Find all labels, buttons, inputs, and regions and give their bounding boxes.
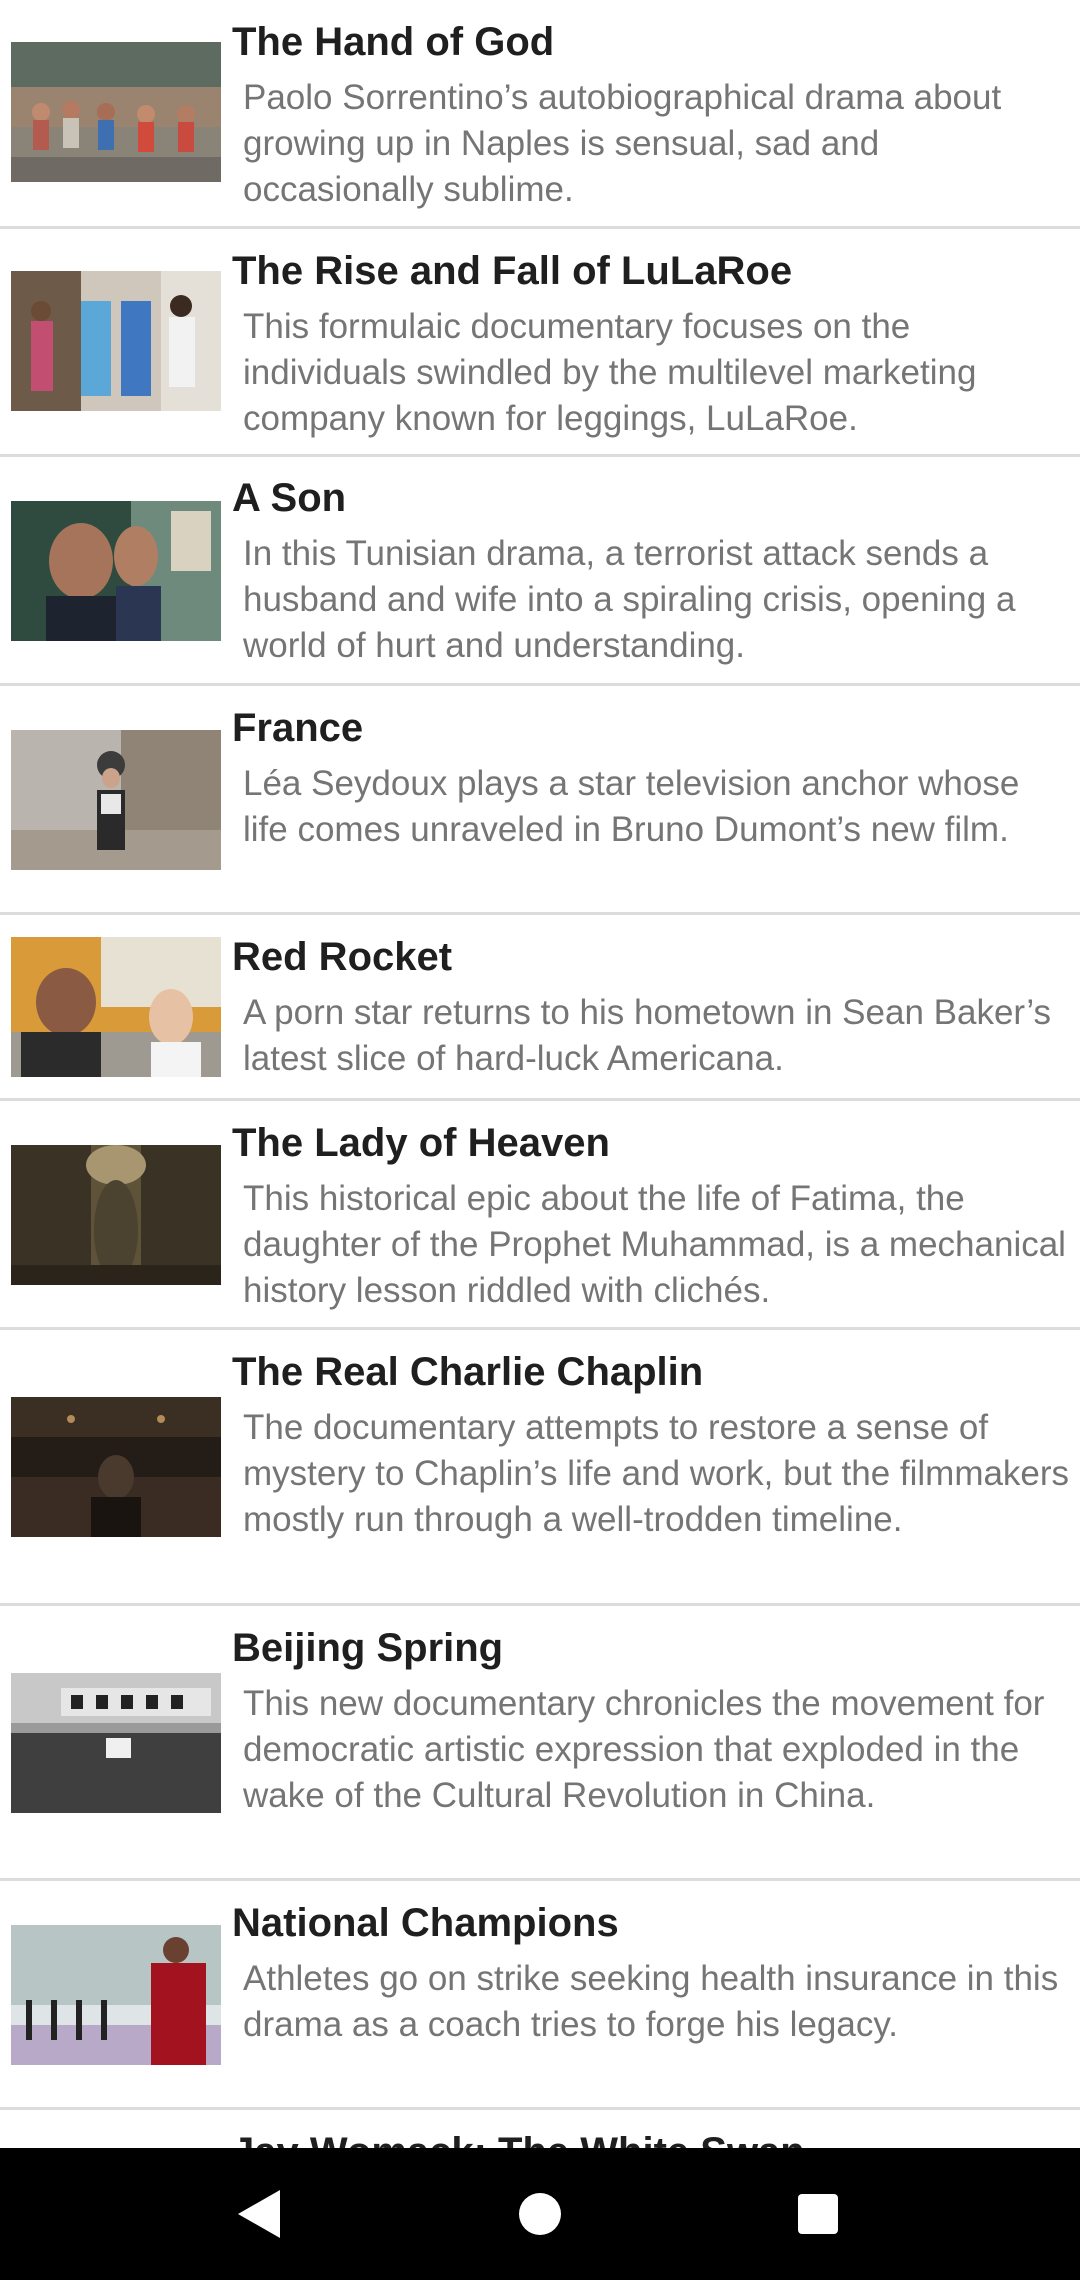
item-title[interactable]: France: [232, 704, 363, 752]
list-item[interactable]: France Léa Seydoux plays a star televisi…: [0, 686, 1080, 915]
thumbnail-image: [11, 937, 221, 1077]
thumbnail-image: [11, 1397, 221, 1537]
item-description: Athletes go on strike seeking health ins…: [243, 1959, 1059, 2044]
thumbnail-image: [11, 730, 221, 870]
item-title[interactable]: Beijing Spring: [232, 1624, 503, 1672]
item-title[interactable]: Red Rocket: [232, 933, 452, 981]
item-description: Paolo Sorrentino’s autobiographical dram…: [243, 78, 1002, 209]
item-title[interactable]: A Son: [232, 474, 346, 522]
item-title[interactable]: The Lady of Heaven: [232, 1119, 610, 1167]
system-navigation-bar: [0, 2148, 1080, 2280]
article-list[interactable]: The Hand of God Paolo Sorrentino’s autob…: [0, 0, 1080, 2148]
item-description: This historical epic about the life of F…: [243, 1179, 1066, 1310]
list-item[interactable]: The Lady of Heaven This historical epic …: [0, 1101, 1080, 1330]
item-description: The documentary attempts to restore a se…: [243, 1408, 1070, 1539]
list-item[interactable]: National Champions Athletes go on strike…: [0, 1881, 1080, 2110]
item-title[interactable]: The Real Charlie Chaplin: [232, 1348, 703, 1396]
list-item[interactable]: The Real Charlie Chaplin The documentary…: [0, 1330, 1080, 1606]
list-item[interactable]: The Hand of God Paolo Sorrentino’s autob…: [0, 0, 1080, 229]
home-circle-icon[interactable]: [500, 2178, 580, 2250]
item-title[interactable]: National Champions: [232, 1899, 619, 1947]
item-title[interactable]: Jay Womack: The White Swan: [232, 2128, 805, 2148]
item-description: This formulaic documentary focuses on th…: [243, 307, 977, 438]
thumbnail-image: [11, 501, 221, 641]
thumbnail-image: [11, 271, 221, 411]
list-item[interactable]: The Rise and Fall of LuLaRoe This formul…: [0, 229, 1080, 457]
item-title[interactable]: The Rise and Fall of LuLaRoe: [232, 247, 792, 295]
item-description: Léa Seydoux plays a star television anch…: [243, 764, 1020, 849]
item-description: This new documentary chronicles the move…: [243, 1684, 1045, 1815]
list-item[interactable]: Red Rocket A porn star returns to his ho…: [0, 915, 1080, 1101]
thumbnail-image: [11, 1145, 221, 1285]
recents-square-icon[interactable]: [778, 2178, 858, 2250]
back-triangle-icon[interactable]: [218, 2178, 298, 2250]
thumbnail-image: [11, 42, 221, 182]
item-title[interactable]: The Hand of God: [232, 18, 554, 66]
list-item[interactable]: Jay Womack: The White Swan: [0, 2110, 1080, 2148]
item-description: A porn star returns to his hometown in S…: [243, 993, 1052, 1078]
item-description: In this Tunisian drama, a terrorist atta…: [243, 534, 1016, 665]
thumbnail-image: [11, 1925, 221, 2065]
list-item[interactable]: Beijing Spring This new documentary chro…: [0, 1606, 1080, 1881]
thumbnail-image: [11, 1673, 221, 1813]
list-item[interactable]: A Son In this Tunisian drama, a terroris…: [0, 457, 1080, 686]
screen: The Hand of God Paolo Sorrentino’s autob…: [0, 0, 1080, 2280]
